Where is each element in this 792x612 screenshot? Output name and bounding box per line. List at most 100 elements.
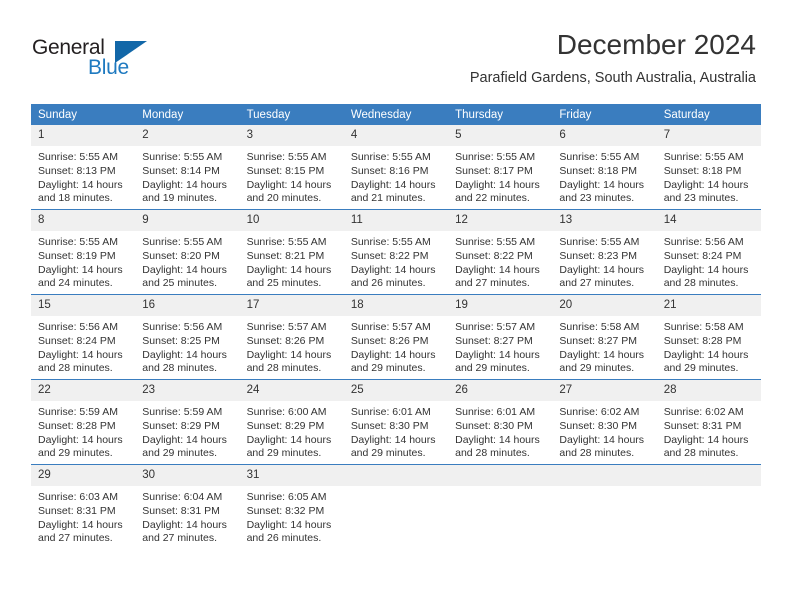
brand-logo[interactable]: General Blue [32, 36, 172, 84]
daylight-text: Daylight: 14 hours and 21 minutes. [350, 178, 436, 205]
daylight-text: Daylight: 14 hours and 25 minutes. [142, 263, 227, 290]
sunset-text: Sunset: 8:32 PM [246, 504, 325, 517]
calendar-day-cell[interactable]: 2 Sunrise: 5:55 AM Sunset: 8:14 PM Daylight… [135, 125, 240, 210]
sunrise-text: Sunrise: 6:01 AM [350, 406, 431, 418]
calendar-day-cell[interactable]: 24 Sunrise: 6:00 AM Sunset: 8:29 PM Dayligh… [239, 379, 344, 465]
calendar-day-cell[interactable]: 27 Sunrise: 6:02 AM Sunset: 8:30 PM Dayligh… [552, 379, 657, 465]
sunrise-text: Sunrise: 5:56 AM [38, 321, 118, 333]
weekday-header-saturday: Saturday [656, 104, 761, 125]
sunrise-text: Sunrise: 5:55 AM [663, 151, 744, 163]
daylight-text: Daylight: 14 hours and 27 minutes. [142, 518, 227, 545]
daylight-text: Daylight: 14 hours and 20 minutes. [246, 178, 332, 205]
daylight-text: Daylight: 14 hours and 28 minutes. [663, 433, 749, 460]
calendar-day-cell[interactable]: 21 Sunrise: 5:58 AM Sunset: 8:28 PM Dayligh… [656, 294, 761, 380]
calendar-day-cell[interactable]: 30 Sunrise: 6:04 AM Sunset: 8:31 PM Dayligh… [135, 464, 240, 547]
day-number: 16 [135, 295, 240, 316]
calendar-day-cell[interactable]: 19 Sunrise: 5:57 AM Sunset: 8:27 PM Dayligh… [448, 294, 553, 380]
sunset-text: Sunset: 8:31 PM [663, 419, 742, 432]
day-number: 19 [448, 295, 553, 316]
sunset-text: Sunset: 8:28 PM [38, 419, 116, 432]
day-details: Sunrise: 5:55 AM Sunset: 8:15 PM Daylight:… [240, 146, 344, 206]
sunrise-text: Sunrise: 5:55 AM [246, 236, 327, 248]
calendar-day-cell[interactable]: 5 Sunrise: 5:55 AM Sunset: 8:17 PM Daylight… [448, 125, 553, 210]
day-number: 5 [448, 125, 553, 146]
day-details: Sunrise: 5:55 AM Sunset: 8:18 PM Daylight:… [657, 146, 761, 206]
daylight-text: Daylight: 14 hours and 29 minutes. [663, 348, 749, 375]
sunset-text: Sunset: 8:20 PM [142, 249, 220, 262]
calendar-day-cell[interactable]: 3 Sunrise: 5:55 AM Sunset: 8:15 PM Daylight… [239, 125, 344, 210]
sunrise-text: Sunrise: 5:55 AM [246, 151, 327, 163]
calendar-day-cell[interactable]: 22 Sunrise: 5:59 AM Sunset: 8:28 PM Dayligh… [31, 379, 136, 465]
day-number: 26 [448, 380, 553, 401]
day-details: Sunrise: 5:55 AM Sunset: 8:23 PM Daylight:… [552, 231, 656, 291]
calendar-week-row: 29 Sunrise: 6:03 AM Sunset: 8:31 PM Dayligh… [31, 464, 761, 547]
calendar-day-cell[interactable]: 23 Sunrise: 5:59 AM Sunset: 8:29 PM Dayligh… [135, 379, 240, 465]
sunset-text: Sunset: 8:14 PM [142, 164, 220, 177]
calendar-day-cell[interactable]: 15 Sunrise: 5:56 AM Sunset: 8:24 PM Dayligh… [31, 294, 136, 380]
sunset-text: Sunset: 8:16 PM [350, 164, 429, 177]
calendar-day-cell[interactable]: 17 Sunrise: 5:57 AM Sunset: 8:26 PM Dayligh… [239, 294, 344, 380]
calendar-day-cell[interactable]: 11 Sunrise: 5:55 AM Sunset: 8:22 PM Dayligh… [343, 209, 449, 295]
day-number: 1 [31, 125, 136, 146]
weekday-header-monday: Monday [135, 104, 240, 125]
calendar-body: 1 Sunrise: 5:55 AM Sunset: 8:13 PM Daylight… [31, 125, 761, 547]
calendar-day-cell[interactable]: 20 Sunrise: 5:58 AM Sunset: 8:27 PM Dayligh… [552, 294, 657, 380]
calendar-day-cell[interactable]: 6 Sunrise: 5:55 AM Sunset: 8:18 PM Daylight… [552, 125, 657, 210]
sunrise-text: Sunrise: 5:55 AM [38, 236, 118, 248]
calendar-week-row: 15 Sunrise: 5:56 AM Sunset: 8:24 PM Dayligh… [31, 294, 761, 380]
calendar-day-cell[interactable]: 18 Sunrise: 5:57 AM Sunset: 8:26 PM Dayligh… [343, 294, 449, 380]
calendar-day-cell[interactable]: 12 Sunrise: 5:55 AM Sunset: 8:22 PM Dayligh… [448, 209, 553, 295]
sunset-text: Sunset: 8:29 PM [142, 419, 220, 432]
day-number: 21 [656, 295, 761, 316]
daylight-text: Daylight: 14 hours and 28 minutes. [38, 348, 123, 375]
day-details: Sunrise: 5:55 AM Sunset: 8:21 PM Daylight:… [240, 231, 344, 291]
sunset-text: Sunset: 8:15 PM [246, 164, 325, 177]
calendar-day-cell[interactable]: 1 Sunrise: 5:55 AM Sunset: 8:13 PM Daylight… [31, 125, 136, 210]
calendar-day-cell[interactable]: 13 Sunrise: 5:55 AM Sunset: 8:23 PM Dayligh… [552, 209, 657, 295]
daylight-text: Daylight: 14 hours and 29 minutes. [559, 348, 645, 375]
day-number: 22 [31, 380, 136, 401]
day-details: Sunrise: 6:03 AM Sunset: 8:31 PM Daylight:… [31, 486, 135, 546]
weekday-header-tuesday: Tuesday [239, 104, 344, 125]
calendar-day-cell[interactable]: 10 Sunrise: 5:55 AM Sunset: 8:21 PM Dayligh… [239, 209, 344, 295]
day-number: 12 [448, 210, 553, 231]
daylight-text: Daylight: 14 hours and 28 minutes. [455, 433, 540, 460]
day-details: Sunrise: 5:58 AM Sunset: 8:27 PM Daylight:… [552, 316, 656, 376]
calendar-day-cell[interactable]: 16 Sunrise: 5:56 AM Sunset: 8:25 PM Dayligh… [135, 294, 240, 380]
calendar-day-cell[interactable]: 28 Sunrise: 6:02 AM Sunset: 8:31 PM Dayligh… [656, 379, 761, 465]
day-number: 23 [135, 380, 240, 401]
sunset-text: Sunset: 8:31 PM [142, 504, 220, 517]
calendar-day-cell[interactable]: 9 Sunrise: 5:55 AM Sunset: 8:20 PM Daylight… [135, 209, 240, 295]
daylight-text: Daylight: 14 hours and 24 minutes. [38, 263, 123, 290]
sunset-text: Sunset: 8:19 PM [38, 249, 116, 262]
calendar-day-cell[interactable]: 4 Sunrise: 5:55 AM Sunset: 8:16 PM Daylight… [343, 125, 449, 210]
day-number [552, 465, 657, 486]
daylight-text: Daylight: 14 hours and 29 minutes. [246, 433, 332, 460]
weekday-header-sunday: Sunday [31, 104, 136, 125]
day-number: 18 [343, 295, 449, 316]
calendar-day-cell[interactable]: 8 Sunrise: 5:55 AM Sunset: 8:19 PM Daylight… [31, 209, 136, 295]
calendar-day-cell[interactable]: 7 Sunrise: 5:55 AM Sunset: 8:18 PM Daylight… [656, 125, 761, 210]
daylight-text: Daylight: 14 hours and 29 minutes. [350, 433, 436, 460]
calendar-day-cell[interactable]: 26 Sunrise: 6:01 AM Sunset: 8:30 PM Dayligh… [448, 379, 553, 465]
calendar-day-cell[interactable]: 29 Sunrise: 6:03 AM Sunset: 8:31 PM Dayligh… [31, 464, 136, 547]
day-details: Sunrise: 5:56 AM Sunset: 8:24 PM Daylight:… [657, 231, 761, 291]
day-number: 14 [656, 210, 761, 231]
sunset-text: Sunset: 8:17 PM [455, 164, 533, 177]
sunrise-text: Sunrise: 5:55 AM [350, 236, 431, 248]
calendar-day-cell[interactable]: 31 Sunrise: 6:05 AM Sunset: 8:32 PM Dayligh… [239, 464, 344, 547]
sunrise-text: Sunrise: 5:55 AM [559, 236, 640, 248]
calendar-week-row: 22 Sunrise: 5:59 AM Sunset: 8:28 PM Dayligh… [31, 379, 761, 465]
sunrise-text: Sunrise: 5:55 AM [350, 151, 431, 163]
sunrise-text: Sunrise: 5:58 AM [559, 321, 640, 333]
sunset-text: Sunset: 8:30 PM [350, 419, 429, 432]
sunrise-text: Sunrise: 5:56 AM [142, 321, 223, 333]
day-details: Sunrise: 5:56 AM Sunset: 8:25 PM Daylight:… [135, 316, 239, 376]
day-number: 28 [656, 380, 761, 401]
calendar-day-cell[interactable]: 25 Sunrise: 6:01 AM Sunset: 8:30 PM Dayligh… [343, 379, 449, 465]
sunrise-text: Sunrise: 5:58 AM [663, 321, 744, 333]
day-details: Sunrise: 5:55 AM Sunset: 8:19 PM Daylight:… [31, 231, 135, 291]
day-number: 6 [552, 125, 657, 146]
day-number: 24 [239, 380, 344, 401]
calendar-day-cell[interactable]: 14 Sunrise: 5:56 AM Sunset: 8:24 PM Dayligh… [656, 209, 761, 295]
